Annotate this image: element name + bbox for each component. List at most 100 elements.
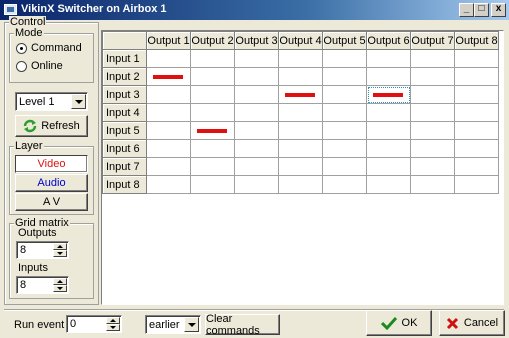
crosspoint-cell[interactable] — [366, 121, 411, 140]
column-header: Output 2 — [190, 31, 235, 50]
crosspoint-cell[interactable] — [190, 49, 235, 68]
crosspoint-cell[interactable] — [278, 157, 323, 176]
run-event-spin-buttons[interactable] — [106, 317, 120, 331]
column-header: Output 7 — [410, 31, 455, 50]
crosspoint-cell[interactable] — [146, 103, 191, 122]
column-header: Output 1 — [146, 31, 191, 50]
crosspoint-cell[interactable] — [322, 85, 367, 104]
crosspoint-cell[interactable] — [234, 67, 279, 86]
crosspoint-cell[interactable] — [190, 175, 235, 194]
crosspoint-cell[interactable] — [454, 49, 499, 68]
crosspoint-cell[interactable] — [278, 103, 323, 122]
crosspoint-cell[interactable] — [366, 85, 411, 104]
crosspoint-cell[interactable] — [322, 175, 367, 194]
layer-video-button[interactable]: Video — [15, 155, 88, 173]
crosspoint-cell[interactable] — [234, 103, 279, 122]
dropdown-arrow-icon[interactable] — [184, 317, 199, 332]
inputs-label: Inputs — [18, 262, 48, 274]
crosspoint-cell[interactable] — [190, 157, 235, 176]
crosspoint-cell[interactable] — [366, 103, 411, 122]
crosspoint-cell[interactable] — [278, 49, 323, 68]
crosspoint-cell[interactable] — [454, 67, 499, 86]
spin-down-icon[interactable] — [53, 285, 67, 292]
crosspoint-cell[interactable] — [146, 67, 191, 86]
refresh-button[interactable]: Refresh — [15, 115, 88, 137]
crosspoint-cell[interactable] — [322, 139, 367, 158]
dropdown-arrow-icon[interactable] — [71, 94, 86, 109]
ok-button[interactable]: OK — [366, 310, 432, 336]
crosspoint-cell[interactable] — [234, 121, 279, 140]
crosspoint-cell[interactable] — [146, 157, 191, 176]
level-select[interactable]: Level 1 — [15, 92, 88, 111]
crosspoint-cell[interactable] — [234, 139, 279, 158]
crosspoint-cell[interactable] — [234, 49, 279, 68]
crosspoint-cell[interactable] — [322, 121, 367, 140]
inputs-spinner[interactable]: 8 — [16, 276, 69, 294]
crosspoint-cell[interactable] — [410, 175, 455, 194]
spin-up-icon[interactable] — [53, 243, 67, 250]
crosspoint-cell[interactable] — [278, 67, 323, 86]
crosspoint-cell[interactable] — [190, 139, 235, 158]
spin-down-icon[interactable] — [106, 324, 120, 331]
outputs-spinner[interactable]: 8 — [16, 241, 69, 259]
crosspoint-cell[interactable] — [454, 85, 499, 104]
crosspoint-cell[interactable] — [322, 157, 367, 176]
crosspoint-cell[interactable] — [454, 121, 499, 140]
outputs-value: 8 — [20, 244, 27, 256]
crosspoint-cell[interactable] — [190, 85, 235, 104]
crosspoint-cell[interactable] — [454, 103, 499, 122]
crosspoint-cell[interactable] — [366, 49, 411, 68]
crosspoint-cell[interactable] — [410, 157, 455, 176]
crosspoint-cell[interactable] — [410, 49, 455, 68]
crosspoint-cell[interactable] — [234, 175, 279, 194]
crosspoint-cell[interactable] — [410, 139, 455, 158]
crosspoint-cell[interactable] — [454, 157, 499, 176]
crosspoint-cell[interactable] — [410, 67, 455, 86]
crosspoint-cell[interactable] — [190, 103, 235, 122]
crosspoint-cell[interactable] — [278, 85, 323, 104]
spin-up-icon[interactable] — [53, 278, 67, 285]
mode-command-radio[interactable]: Command — [16, 42, 82, 54]
crosspoint-cell[interactable] — [278, 121, 323, 140]
inputs-spin-buttons[interactable] — [53, 278, 67, 292]
close-button[interactable]: x — [491, 3, 506, 17]
run-event-spinner[interactable]: 0 — [66, 315, 122, 333]
clear-commands-button[interactable]: Clear commands — [205, 313, 280, 337]
spin-up-icon[interactable] — [106, 317, 120, 324]
crosspoint-cell[interactable] — [278, 175, 323, 194]
mode-online-radio[interactable]: Online — [16, 60, 63, 72]
crosspoint-cell[interactable] — [366, 139, 411, 158]
title-bar[interactable]: VikinX Switcher on Airbox 1 _ □ x — [0, 0, 509, 20]
crosspoint-cell[interactable] — [146, 175, 191, 194]
crosspoint-cell[interactable] — [234, 85, 279, 104]
crosspoint-cell[interactable] — [410, 121, 455, 140]
window-title: VikinX Switcher on Airbox 1 — [21, 3, 167, 15]
crosspoint-cell[interactable] — [322, 49, 367, 68]
crosspoint-cell[interactable] — [190, 67, 235, 86]
crosspoint-cell[interactable] — [410, 85, 455, 104]
crosspoint-cell[interactable] — [454, 175, 499, 194]
crosspoint-cell[interactable] — [190, 121, 235, 140]
crosspoint-cell[interactable] — [454, 139, 499, 158]
layer-av-button[interactable]: A V — [15, 193, 88, 211]
crosspoint-cell[interactable] — [322, 67, 367, 86]
minimize-button[interactable]: _ — [459, 3, 474, 17]
crosspoint-cell[interactable] — [366, 157, 411, 176]
crosspoint-cell[interactable] — [366, 67, 411, 86]
crosspoint-cell[interactable] — [234, 157, 279, 176]
maximize-button[interactable]: □ — [474, 3, 489, 17]
crosspoint-cell[interactable] — [146, 139, 191, 158]
crosspoint-cell[interactable] — [146, 49, 191, 68]
crosspoint-cell[interactable] — [322, 103, 367, 122]
layer-audio-button[interactable]: Audio — [15, 174, 88, 192]
cancel-button[interactable]: Cancel — [439, 310, 505, 336]
outputs-spin-buttons[interactable] — [53, 243, 67, 257]
crosspoint-cell[interactable] — [146, 85, 191, 104]
timing-select[interactable]: earlier — [145, 315, 201, 334]
crosspoint-cell[interactable] — [146, 121, 191, 140]
crosspoint-cell[interactable] — [410, 103, 455, 122]
spin-down-icon[interactable] — [53, 250, 67, 257]
crosspoint-cell[interactable] — [278, 139, 323, 158]
row-header: Input 3 — [102, 85, 147, 104]
crosspoint-cell[interactable] — [366, 175, 411, 194]
